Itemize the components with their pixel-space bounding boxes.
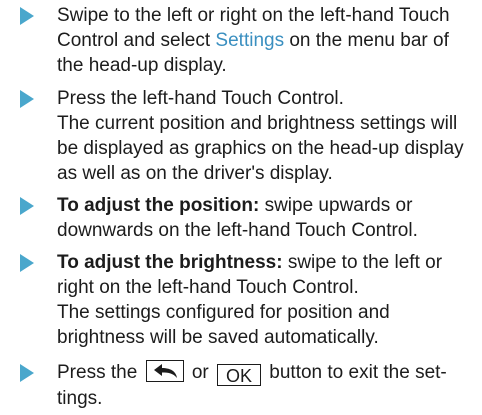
settings-link[interactable]: Settings xyxy=(215,30,284,51)
triangle-bullet-icon xyxy=(20,90,34,108)
back-arrow-icon xyxy=(153,364,177,378)
step-5-pre: Press the xyxy=(57,362,138,383)
triangle-bullet-icon xyxy=(20,7,34,25)
step-4-line2: The settings configured for position and… xyxy=(57,302,390,348)
step-2-line1: Press the left-hand Touch Control. xyxy=(57,88,344,109)
step-5-text: Press the or OK button to exit the set-t… xyxy=(57,360,474,411)
triangle-bullet-icon xyxy=(20,364,34,382)
step-2-text: Press the left-hand Touch Control. The c… xyxy=(57,86,474,186)
step-3-heading: To adjust the position: xyxy=(57,195,260,216)
step-4-heading: To adjust the brightness: xyxy=(57,252,283,273)
ok-button[interactable]: OK xyxy=(217,364,262,386)
step-4-text: To adjust the brightness: swipe to the l… xyxy=(57,250,474,350)
step-3-text: To adjust the position: swipe upwards or… xyxy=(57,193,474,243)
step-2-line2: The current position and brightness sett… xyxy=(57,113,464,184)
triangle-bullet-icon xyxy=(20,197,34,215)
triangle-bullet-icon xyxy=(20,254,34,272)
back-button[interactable] xyxy=(145,360,184,382)
step-1-text: Swipe to the left or right on the left-h… xyxy=(57,3,474,78)
step-5-mid: or xyxy=(191,362,209,383)
instruction-list: Swipe to the left or right on the left-h… xyxy=(0,0,482,415)
